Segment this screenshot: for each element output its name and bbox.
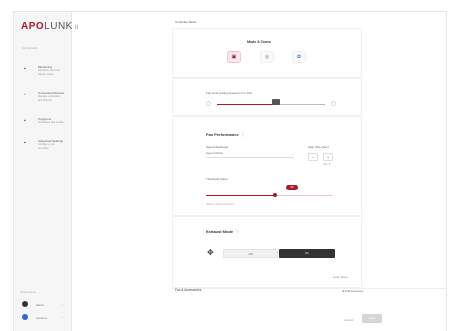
chevron-icon: › [62, 315, 63, 319]
level-slider-fill [217, 103, 277, 105]
mode-card-title: Mode & Zones [247, 40, 271, 44]
fan-icon: ✥ [207, 248, 214, 257]
sidebar-footer-alerts-label: Alerts [36, 302, 44, 307]
section-title: Controller Mode [175, 20, 197, 24]
sidebar-footer-alerts[interactable]: Alerts › [22, 301, 68, 309]
user-icon [22, 314, 28, 320]
link-icon: ▫ [24, 92, 26, 98]
threshold-slider-thumb[interactable] [273, 193, 278, 197]
exhaust-on-segment[interactable]: On [279, 249, 335, 258]
sidebar-item-programs[interactable]: ▪ Programs Schedules and modes [24, 116, 68, 134]
level-min-icon: ▢ [206, 101, 211, 107]
app-window: APOLUNK ll Instruments ▪ Monitoring Real-… [14, 12, 446, 331]
exhaust-mode-title: Exhaust Mode ⓘ [206, 229, 239, 235]
sidebar-item-sub: Schedules and modes [38, 121, 64, 124]
accessories-title: Fan & Accessories [175, 288, 202, 292]
mode-auto-icon: ▣ [231, 54, 237, 60]
sidebar-item-devices[interactable]: ▫ Connected Devices Manage controllers a… [24, 90, 68, 108]
sidebar-item-sub: controller [38, 146, 49, 150]
logo-part-b: LUNK [44, 21, 73, 32]
fan-performance-title-text: Fan Performance [206, 132, 239, 137]
sidebar-item-sub: and devices [38, 98, 52, 102]
sidebar: APOLUNK ll Instruments ▪ Monitoring Real-… [14, 12, 78, 331]
threshold-value-badge: 50 [286, 185, 298, 190]
speed-label: Speed Setting(s) [206, 145, 229, 149]
divider [172, 288, 446, 289]
exhaust-mode-title-text: Exhaust Mode [206, 229, 234, 234]
sidebar-footer-account-label: Account [36, 315, 47, 320]
level-label: Fan level setting speed is 0 to 100 [206, 91, 252, 95]
step-minus-button[interactable]: − [308, 153, 318, 161]
fan-performance-title: Fan Performance ⓘ [206, 132, 245, 138]
mode-schedule-icon: ◎ [264, 54, 270, 60]
bell-icon [22, 301, 28, 307]
level-slider-thumb[interactable] [272, 99, 281, 105]
list-icon: ▪ [24, 118, 26, 124]
learn-more-link[interactable]: Learn More › [333, 275, 349, 279]
mode-auto-button[interactable]: ▣ [227, 51, 241, 63]
fan-performance-card: Fan Performance ⓘ Speed Setting(s) Speed … [172, 116, 362, 216]
sliders-icon: ▪ [24, 140, 26, 146]
sidebar-footer-account[interactable]: Account › [22, 314, 68, 322]
add-accessory-link[interactable]: ⊕ Add Accessory [342, 289, 363, 293]
speed-select-value: Speed Mode [206, 151, 224, 155]
mode-schedule-button[interactable]: ◎ [260, 51, 274, 63]
level-max-icon: ▢ [331, 101, 336, 107]
step-label: Step Size (Sec) [308, 145, 329, 149]
speed-select[interactable]: Speed Mode ⌄ [206, 151, 294, 158]
sidebar-item-sub: Sensor status [38, 72, 54, 76]
threshold-slider-fill [206, 194, 276, 196]
sidebar-item-advanced[interactable]: ▪ Advanced Settings Configure your contr… [24, 138, 68, 156]
save-button[interactable]: Save [362, 314, 382, 323]
exhaust-mode-card: Exhaust Mode ⓘ ✥ Off On Learn More › [172, 216, 362, 288]
logo-part-a: APO [21, 21, 45, 32]
cancel-button[interactable]: Cancel [344, 318, 353, 322]
monitor-icon: ▪ [24, 66, 26, 72]
level-card: Fan level setting speed is 0 to 100 ▢ ▢ [172, 78, 362, 116]
sidebar-item-monitoring[interactable]: ▪ Monitoring Real-time overview Sensor s… [24, 64, 68, 82]
mode-manual-button[interactable]: ✿ [292, 51, 306, 63]
chevron-down-icon: ⌄ [291, 152, 294, 156]
info-icon[interactable]: ⓘ [241, 132, 245, 137]
chevron-icon: › [62, 302, 63, 306]
exhaust-off-segment[interactable]: Off [223, 249, 278, 258]
main-content: Controller Mode Mode & Zones ▣ ◎ ✿ Fan l… [72, 12, 446, 331]
threshold-hint: Slide to adjust threshold [206, 203, 234, 206]
mode-card: Mode & Zones ▣ ◎ ✿ [172, 28, 362, 78]
step-hint: Sec. 5 [323, 163, 331, 166]
threshold-label: Threshold Value [206, 177, 228, 181]
info-icon[interactable]: ⓘ [235, 229, 239, 234]
brand-logo[interactable]: APOLUNK ll [21, 21, 79, 32]
sidebar-section-label: Instruments [22, 46, 38, 50]
step-plus-button[interactable]: + [323, 153, 333, 161]
mode-manual-icon: ✿ [296, 54, 302, 60]
sidebar-footer-label: Preferences [20, 290, 37, 294]
